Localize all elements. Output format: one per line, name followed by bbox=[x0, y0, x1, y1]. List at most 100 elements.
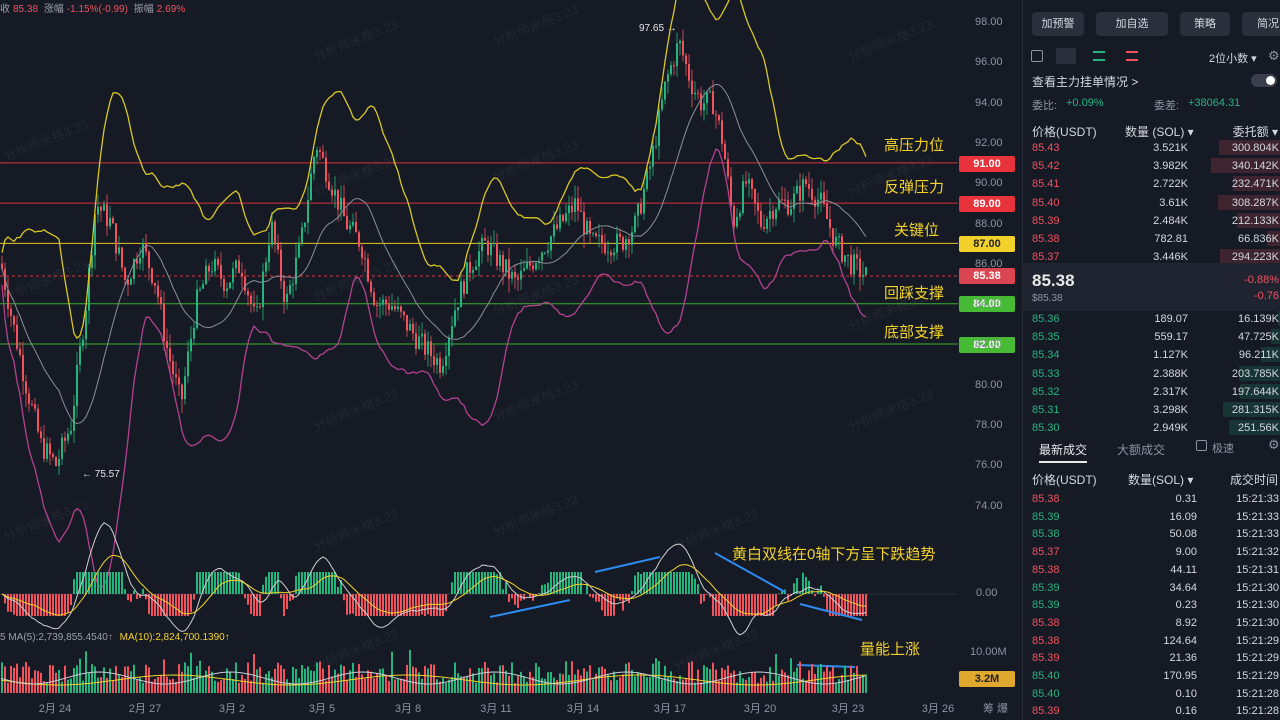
trade-row[interactable]: 85.38 50.08 15:21:33 bbox=[1023, 526, 1280, 542]
bid-row[interactable]: 85.36 189.07 16.139K bbox=[1023, 311, 1280, 327]
watchlist-button[interactable]: 加自选 bbox=[1096, 12, 1168, 36]
ask-row[interactable]: 85.43 3.521K 300.804K bbox=[1023, 140, 1280, 156]
volume-bar bbox=[148, 667, 150, 693]
trade-settings-icon[interactable]: ⚙ bbox=[1268, 437, 1280, 453]
trade-price: 85.39 bbox=[1032, 705, 1060, 718]
orderbook-link[interactable]: 查看主力挂单情况 > bbox=[1032, 73, 1138, 90]
price-axis-tick: 92.00 bbox=[975, 136, 1003, 149]
volume-bar bbox=[673, 678, 675, 693]
trade-row[interactable]: 85.39 0.23 15:21:30 bbox=[1023, 597, 1280, 613]
pin-icon[interactable] bbox=[1031, 50, 1043, 62]
boll-upper-line bbox=[1, 0, 867, 340]
strategy-button[interactable]: 策略 bbox=[1180, 12, 1230, 36]
macd-histogram-bar bbox=[472, 572, 474, 594]
macd-histogram-bar bbox=[238, 572, 240, 594]
candle-body bbox=[163, 304, 165, 342]
macd-histogram-bar bbox=[208, 572, 210, 594]
candle-body bbox=[193, 327, 195, 339]
candle-body bbox=[349, 225, 351, 230]
price-chart[interactable]: 收 85.38 涨幅 -1.15%(-0.99) 振幅 2.69% 97.65 → ←… bbox=[0, 0, 1022, 720]
candle-body bbox=[247, 290, 249, 296]
macd-histogram-bar bbox=[259, 594, 261, 616]
volume-bar bbox=[331, 676, 333, 693]
candle-body bbox=[100, 206, 102, 211]
ask-row[interactable]: 85.41 2.722K 232.471K bbox=[1023, 176, 1280, 192]
overview-button[interactable]: 简况 bbox=[1242, 12, 1280, 36]
trade-time: 15:21:29 bbox=[1236, 652, 1279, 665]
tab-large-trades[interactable]: 大额成交 bbox=[1117, 441, 1165, 458]
candle-body bbox=[415, 333, 417, 349]
macd-histogram-bar bbox=[268, 572, 270, 594]
alert-button[interactable]: 加预警 bbox=[1032, 12, 1084, 36]
trade-row[interactable]: 85.38 44.11 15:21:31 bbox=[1023, 562, 1280, 578]
trade-row[interactable]: 85.39 21.36 15:21:29 bbox=[1023, 650, 1280, 666]
ob-header-qty[interactable]: 数量 (SOL) ▾ bbox=[1125, 123, 1194, 140]
bid-row[interactable]: 85.31 3.298K 281.315K bbox=[1023, 402, 1280, 418]
candle-body bbox=[676, 43, 678, 67]
axis-extra[interactable]: 筹 爆 bbox=[983, 700, 1008, 716]
trade-row[interactable]: 85.37 9.00 15:21:32 bbox=[1023, 544, 1280, 560]
orderbook-toggle[interactable] bbox=[1251, 74, 1277, 87]
bid-row[interactable]: 85.34 1.127K 96.211K bbox=[1023, 347, 1280, 363]
layout-bids-icon[interactable] bbox=[1093, 51, 1105, 61]
candle-body bbox=[577, 198, 579, 211]
trade-row[interactable]: 85.38 0.31 15:21:33 bbox=[1023, 491, 1280, 507]
candle-body bbox=[28, 393, 30, 404]
layout-both-icon[interactable] bbox=[1056, 48, 1076, 64]
macd-histogram-bar bbox=[52, 594, 54, 616]
precision-select[interactable]: 2位小数 ▾ bbox=[1209, 50, 1257, 66]
volume-bar bbox=[649, 676, 651, 693]
candle-body bbox=[31, 403, 33, 405]
layout-asks-icon[interactable] bbox=[1126, 51, 1138, 61]
time-axis-tick: 3月 17 bbox=[653, 703, 687, 715]
trade-row[interactable]: 85.40 0.10 15:21:28 bbox=[1023, 686, 1280, 702]
ask-row[interactable]: 85.42 3.982K 340.142K bbox=[1023, 158, 1280, 174]
settings-icon[interactable]: ⚙ bbox=[1268, 48, 1280, 64]
chart-canvas[interactable] bbox=[0, 0, 1022, 720]
candle-body bbox=[775, 209, 777, 220]
macd-histogram-bar bbox=[226, 572, 228, 594]
macd-histogram-bar bbox=[415, 594, 417, 616]
bid-row[interactable]: 85.35 559.17 47.725K bbox=[1023, 329, 1280, 345]
macd-histogram-bar bbox=[283, 594, 285, 616]
trade-price: 85.38 bbox=[1032, 616, 1060, 629]
trade-row[interactable]: 85.38 124.64 15:21:29 bbox=[1023, 633, 1280, 649]
volume-bar bbox=[832, 666, 834, 693]
price-axis-tick: 88.00 bbox=[975, 217, 1003, 230]
trade-header-qty[interactable]: 数量(SOL) ▾ bbox=[1128, 471, 1193, 488]
volume-bar bbox=[658, 661, 660, 693]
candle-body bbox=[751, 179, 753, 190]
candle-body bbox=[841, 236, 843, 262]
candle-body bbox=[697, 92, 699, 94]
macd-histogram-bar bbox=[430, 594, 432, 616]
volume-bar bbox=[619, 677, 621, 693]
ask-row[interactable]: 85.38 782.81 66.836K bbox=[1023, 231, 1280, 247]
candle-body bbox=[805, 179, 807, 184]
trade-row[interactable]: 85.39 34.64 15:21:30 bbox=[1023, 580, 1280, 596]
volume-bar bbox=[634, 676, 636, 693]
trade-row[interactable]: 85.39 16.09 15:21:33 bbox=[1023, 509, 1280, 525]
bid-price: 85.35 bbox=[1032, 331, 1060, 344]
trade-row[interactable]: 85.38 8.92 15:21:30 bbox=[1023, 615, 1280, 631]
candle-body bbox=[589, 220, 591, 234]
candle-body bbox=[472, 270, 474, 273]
volume-bar bbox=[346, 680, 348, 693]
candle-body bbox=[466, 262, 468, 294]
macd-histogram-bar bbox=[841, 594, 843, 616]
ask-row[interactable]: 85.40 3.61K 308.287K bbox=[1023, 194, 1280, 211]
fast-checkbox[interactable] bbox=[1196, 440, 1207, 451]
tab-latest-trades[interactable]: 最新成交 bbox=[1039, 441, 1087, 458]
macd-histogram-bar bbox=[151, 594, 153, 616]
macd-histogram-bar bbox=[688, 572, 690, 594]
ask-row[interactable]: 85.39 2.484K 212.133K bbox=[1023, 212, 1280, 229]
bid-row[interactable]: 85.33 2.388K 203.785K bbox=[1023, 365, 1280, 382]
bid-row[interactable]: 85.30 2.949K 251.56K bbox=[1023, 420, 1280, 436]
candle-body bbox=[334, 189, 336, 196]
ob-header-amount[interactable]: 委托额 ▾ bbox=[1233, 123, 1278, 140]
volume-bar bbox=[742, 678, 744, 693]
volume-bar bbox=[403, 679, 405, 693]
bid-row[interactable]: 85.32 2.317K 197.644K bbox=[1023, 383, 1280, 400]
volume-bar bbox=[400, 678, 402, 693]
trade-row[interactable]: 85.40 170.95 15:21:29 bbox=[1023, 668, 1280, 684]
trade-row[interactable]: 85.39 0.16 15:21:28 bbox=[1023, 703, 1280, 719]
